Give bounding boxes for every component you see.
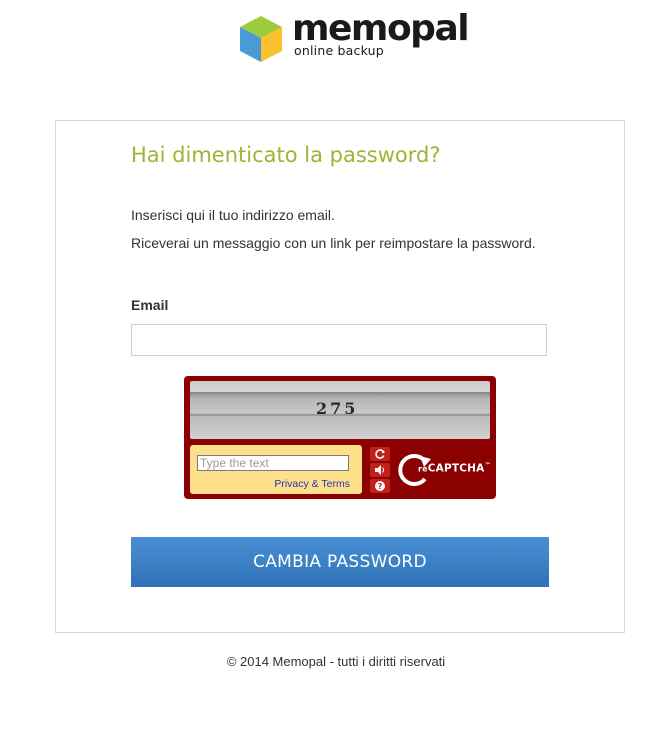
intro-line-1: Inserisci qui il tuo indirizzo email.	[131, 207, 335, 223]
recaptcha-prefix: re	[418, 464, 428, 474]
recaptcha-logo: reCAPTCHA™	[398, 451, 492, 489]
captcha-input[interactable]	[197, 455, 349, 471]
help-icon[interactable]: ?	[370, 479, 390, 493]
recaptcha-tm: ™	[484, 462, 491, 469]
page: memopal online backup Hai dimenticato la…	[0, 0, 672, 734]
captcha-image-stripe	[190, 392, 490, 394]
page-title: Hai dimenticato la password?	[131, 143, 441, 167]
change-password-button[interactable]: CAMBIA PASSWORD	[131, 537, 549, 587]
recaptcha-brand: CAPTCHA	[427, 462, 485, 475]
captcha-image: 275	[190, 381, 490, 439]
recaptcha-widget: 275 Privacy & Terms	[184, 376, 496, 499]
intro-line-2: Riceverai un messaggio con un link per r…	[131, 235, 536, 251]
intro-text: Inserisci qui il tuo indirizzo email. Ri…	[131, 201, 541, 257]
svg-text:?: ?	[378, 482, 383, 491]
refresh-icon[interactable]	[370, 447, 390, 461]
audio-icon[interactable]	[370, 463, 390, 477]
logo-tagline: online backup	[294, 43, 384, 58]
reset-password-card: Hai dimenticato la password? Inserisci q…	[55, 120, 625, 633]
captcha-input-panel: Privacy & Terms	[190, 445, 362, 494]
footer-copyright: © 2014 Memopal - tutti i diritti riserva…	[226, 654, 446, 669]
recaptcha-wordmark: reCAPTCHA™	[418, 462, 491, 475]
cube-icon	[240, 16, 282, 62]
email-label: Email	[131, 297, 169, 313]
privacy-terms-link[interactable]: Privacy & Terms	[274, 478, 350, 490]
email-field[interactable]	[131, 324, 547, 356]
captcha-challenge-text: 275	[316, 399, 359, 418]
